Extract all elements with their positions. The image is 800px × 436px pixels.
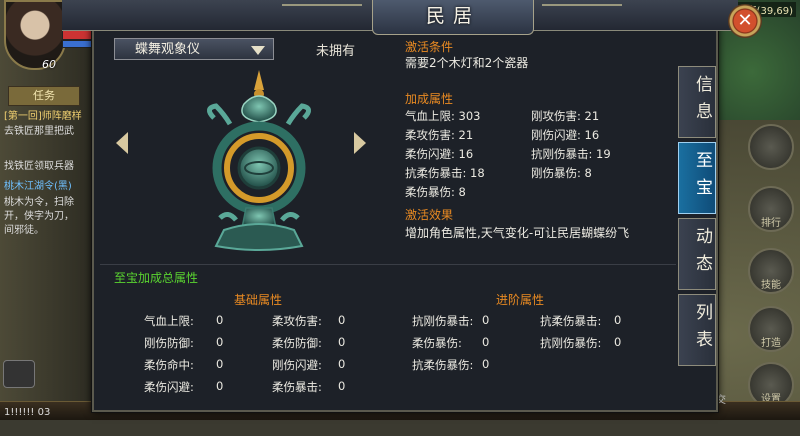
bonus-attribute: 刚伤暴伤: 8 [531, 166, 592, 180]
effect-text: 增加角色属性,天气变化-可让民居蝴蝶纷飞 [405, 226, 630, 240]
bonus-attribute: 刚伤闪避: 16 [531, 128, 600, 142]
skills-button[interactable]: 技能 [748, 248, 794, 294]
activate-condition-text: 需要2个木灯和2个瓷器 [405, 56, 529, 70]
summary-label: 柔伤暴击: [272, 380, 322, 394]
prev-arrow-icon[interactable] [116, 132, 128, 154]
summary-label: 抗柔伤暴击: [540, 314, 602, 328]
bonus-attribute: 柔伤暴伤: 8 [405, 185, 466, 199]
tab-list[interactable]: 列表 [678, 294, 716, 366]
title-ornament-right [542, 4, 622, 20]
panel-titlebar: 民居 ✕ [62, 0, 762, 38]
title-ornament-left [282, 4, 362, 20]
summary-value: 0 [338, 335, 346, 349]
activate-condition-title: 激活条件 [405, 40, 454, 54]
summary-value: 0 [216, 379, 224, 393]
panel-tabs: 信息 至宝 动态 列表 [678, 66, 716, 370]
summary-label: 刚伤防御: [144, 336, 194, 350]
basic-attributes-title: 基础属性 [234, 293, 283, 307]
summary-label: 抗柔伤暴伤: [412, 358, 474, 372]
artifact-select-value: 蝶舞观象仪 [135, 42, 201, 57]
summary-value: 0 [216, 313, 224, 327]
bonus-attribute: 气血上限: 303 [405, 109, 481, 123]
chevron-down-icon [251, 46, 265, 55]
summary-value: 0 [614, 335, 622, 349]
summary-title: 至宝加成总属性 [114, 271, 199, 285]
next-arrow-icon[interactable] [354, 132, 366, 154]
quest-line[interactable]: 去铁匠那里把武 [4, 125, 96, 138]
summary-value: 0 [338, 313, 346, 327]
tab-dynamics[interactable]: 动态 [678, 218, 716, 290]
quest-line[interactable]: 开，侠字为刀， [4, 210, 96, 223]
summary-label: 抗刚伤暴击: [412, 314, 474, 328]
summary-value: 0 [216, 335, 224, 349]
armillary-artifact-icon [207, 70, 311, 251]
tab-info[interactable]: 信息 [678, 66, 716, 138]
close-button[interactable]: ✕ [728, 4, 762, 38]
treasure-summary: 至宝加成总属性 基础属性 进阶属性 气血上限: 0 刚伤防御: 0 柔伤命中: … [100, 264, 676, 405]
bonus-attribute-list: 气血上限: 303 刚攻伤害: 21 柔攻伤害: 21 刚伤闪避: 16 柔伤闪… [405, 108, 675, 200]
summary-label: 柔伤闪避: [144, 380, 194, 394]
bonus-attribute: 抗刚伤暴击: 19 [531, 147, 611, 161]
summary-label: 柔攻伤害: [272, 314, 322, 328]
side-button[interactable] [748, 124, 794, 170]
quest-line[interactable]: 找铁匠领取兵器 [4, 160, 96, 173]
forge-button[interactable]: 打造 [748, 306, 794, 352]
tab-treasure[interactable]: 至宝 [678, 142, 716, 214]
summary-label: 柔伤命中: [144, 358, 194, 372]
artifact-display: 蝶舞观象仪 未拥有 [100, 32, 390, 262]
quest-tab[interactable]: 任务 [8, 86, 80, 106]
effect-title: 激活效果 [405, 208, 454, 222]
quest-line[interactable]: [第一回]师阵磨样 [4, 110, 96, 123]
bonus-attribute: 刚攻伤害: 21 [531, 109, 600, 123]
title-plate: 民居 [372, 0, 534, 35]
quest-line[interactable]: 桃木为令，扫除 [4, 196, 96, 209]
bonus-attribute: 柔攻伤害: 21 [405, 128, 474, 142]
summary-value: 0 [482, 335, 490, 349]
summary-label: 刚伤闪避: [272, 358, 322, 372]
bonus-title: 加成属性 [405, 92, 454, 106]
artifact-select[interactable]: 蝶舞观象仪 [114, 38, 274, 60]
summary-value: 0 [482, 357, 490, 371]
player-level: 60 [42, 58, 56, 71]
bonus-attribute: 抗柔伤暴击: 18 [405, 166, 485, 180]
summary-label: 柔伤暴伤: [412, 336, 462, 350]
summary-value: 0 [482, 313, 490, 327]
ranking-button[interactable]: 排行 [748, 186, 794, 232]
summary-label: 气血上限: [144, 314, 194, 328]
player-avatar[interactable] [4, 0, 66, 70]
summary-value: 0 [614, 313, 622, 327]
ownership-status: 未拥有 [316, 44, 356, 59]
panel-title: 民居 [425, 5, 480, 27]
summary-label: 柔伤防御: [272, 336, 322, 350]
summary-value: 0 [338, 379, 346, 393]
summary-value: 0 [216, 357, 224, 371]
summary-value: 0 [338, 357, 346, 371]
quest-line[interactable]: 桃木江湖令(黑) [4, 180, 96, 193]
camera-icon[interactable] [3, 360, 35, 388]
bottom-status: 1!!!!!! 03 [4, 407, 51, 418]
bonus-attribute: 柔伤闪避: 16 [405, 147, 474, 161]
quest-line[interactable]: 间邪徒。 [4, 224, 96, 237]
advanced-attributes-title: 进阶属性 [496, 293, 545, 307]
artifact-info: 激活条件 需要2个木灯和2个瓷器 加成属性 气血上限: 303 刚攻伤害: 21… [400, 32, 672, 262]
summary-label: 抗刚伤暴伤: [540, 336, 602, 350]
